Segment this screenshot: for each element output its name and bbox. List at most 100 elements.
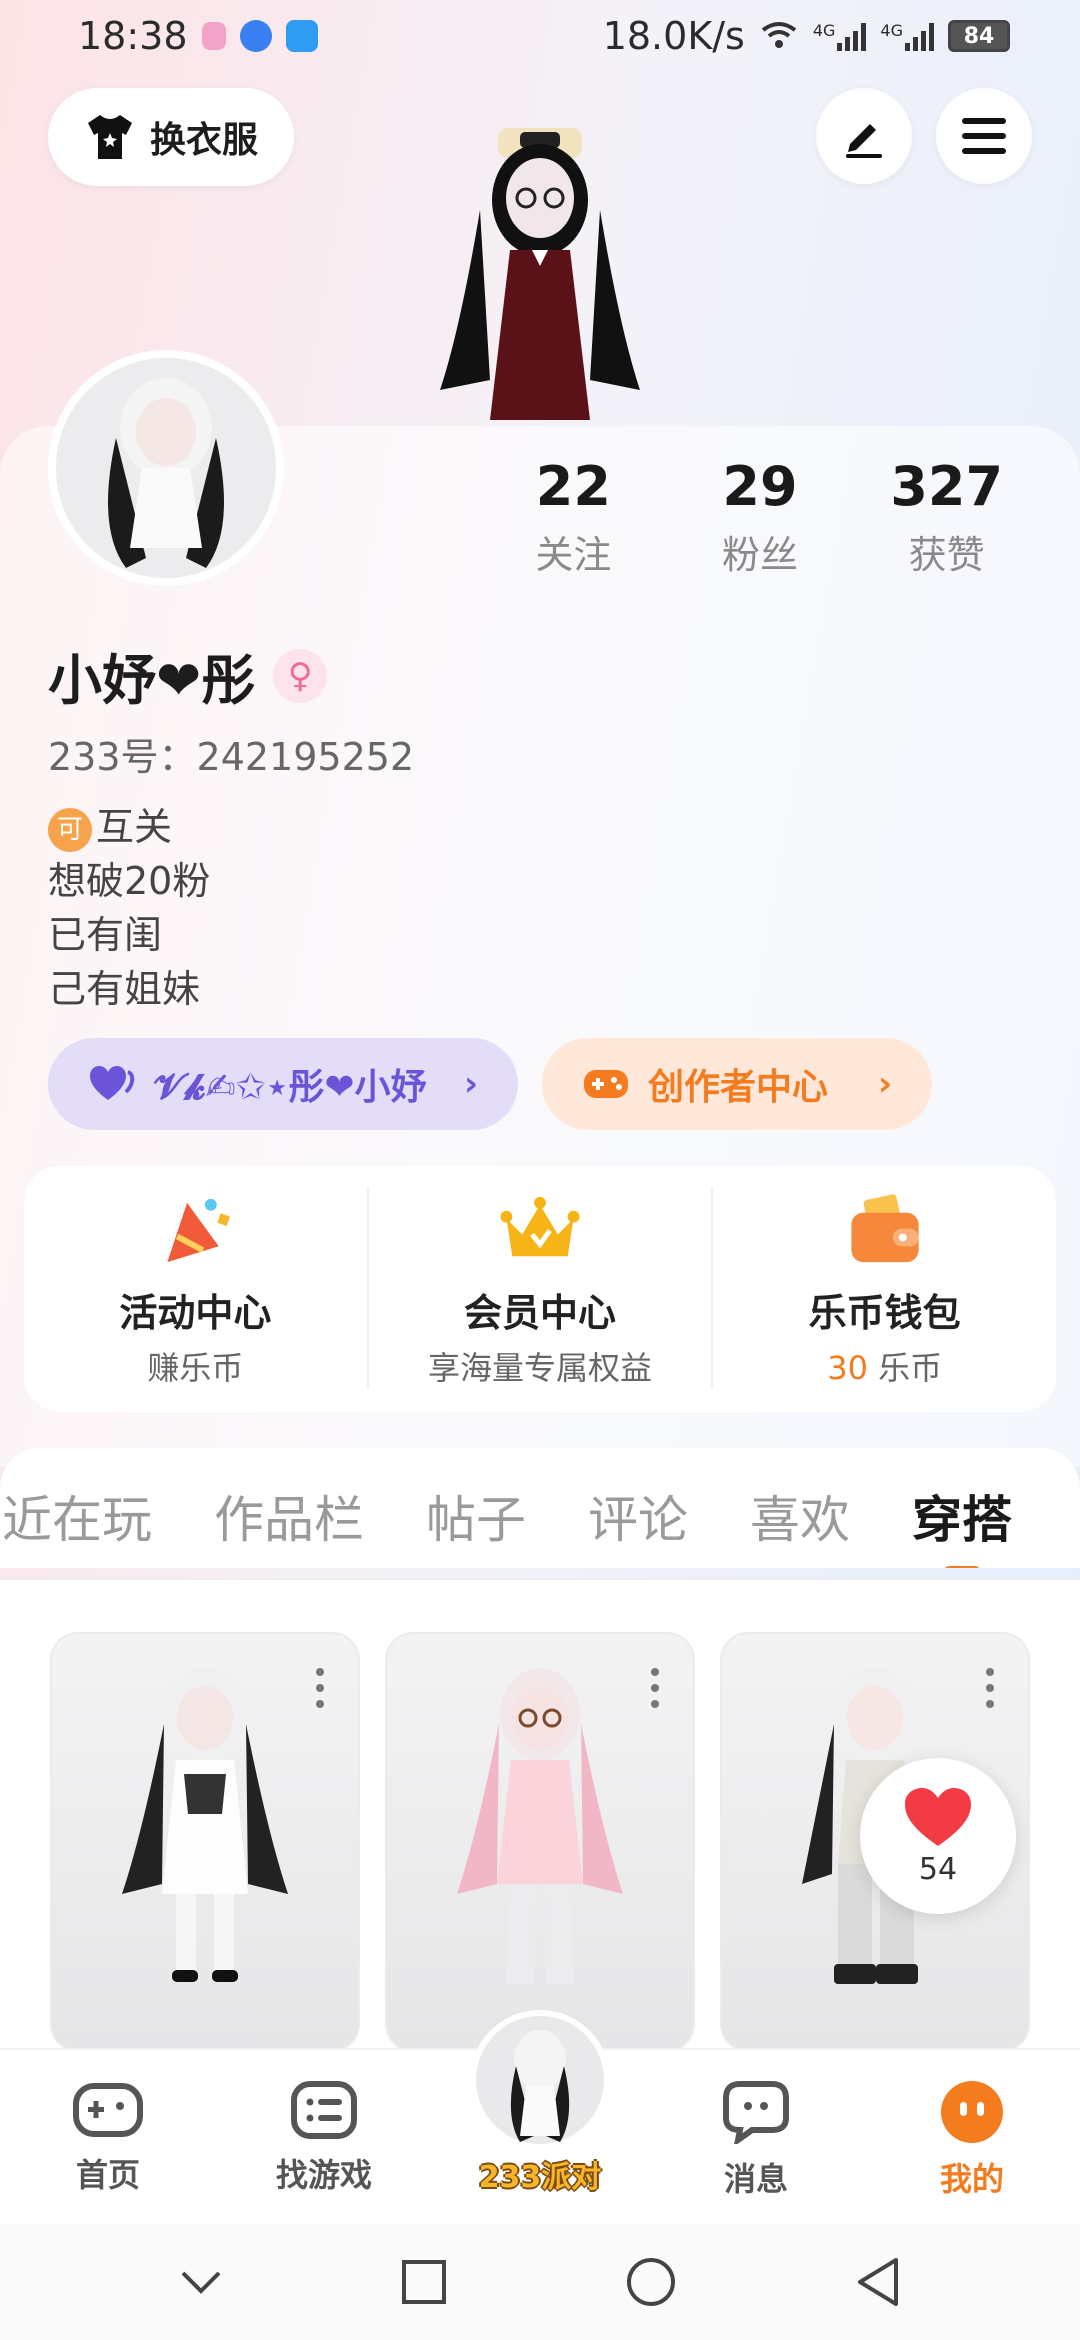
- gamepad-icon: [584, 1070, 628, 1098]
- party-avatar-image: [510, 2030, 570, 2142]
- nav-label: 消息: [723, 2160, 788, 2198]
- bottom-nav: 首页 找游戏 233派对 消息 我的: [0, 2010, 1080, 2224]
- tab-comments[interactable]: 评论: [588, 1480, 688, 1552]
- content-tabs: 最近在玩 作品栏 帖子 评论 喜欢 穿搭: [0, 1448, 1080, 1568]
- user-id[interactable]: 233号：242195252: [48, 726, 414, 781]
- stat-followers[interactable]: 29 粉丝: [667, 455, 854, 579]
- stat-label: 粉丝: [722, 533, 799, 577]
- bio-line: 互关: [96, 805, 173, 849]
- smile-face-icon: [941, 2081, 1003, 2143]
- bio: 可互关 想破20粉 已有闺 己有姐妹: [48, 800, 210, 1016]
- change-outfit-label: 换衣服: [149, 120, 258, 161]
- coin-balance: 30: [827, 1349, 868, 1387]
- party-center-label: 233派对: [478, 2160, 602, 2195]
- bio-line: 己有姐妹: [48, 967, 201, 1011]
- status-bar: 18:38 18.0K/s 4G 4G 84: [0, 0, 1080, 72]
- list-icon: [291, 2081, 357, 2139]
- heart-pair-icon: [90, 1066, 135, 1100]
- net-type-label: 4G: [812, 21, 836, 40]
- quick-entry-title: 活动中心: [119, 1291, 272, 1335]
- activity-center-entry[interactable]: 活动中心 赚乐币: [24, 1189, 369, 1389]
- chevron-down-icon[interactable]: [179, 2267, 223, 2297]
- status-time: 18:38: [78, 14, 188, 58]
- change-outfit-button[interactable]: 换衣服: [48, 88, 294, 186]
- bio-badge: 可: [48, 807, 92, 852]
- like-count: 54: [918, 1851, 958, 1887]
- stat-label: 关注: [535, 533, 612, 577]
- net-type-label: 4G: [880, 21, 903, 40]
- hero-avatar-image[interactable]: [420, 110, 660, 430]
- net-speed: 18.0K/s: [602, 14, 745, 58]
- uid-value: 242195252: [196, 735, 415, 779]
- profile-stats: 22 关注 29 粉丝 327 获赞: [480, 455, 1040, 579]
- chat-icon: [723, 2081, 789, 2144]
- system-nav-bar: [0, 2224, 1080, 2340]
- home-circle-icon[interactable]: [625, 2256, 677, 2308]
- female-icon: ♀: [273, 648, 328, 703]
- nickname-row: 小妤❤彤 ♀: [48, 636, 328, 715]
- edit-profile-button[interactable]: [816, 88, 912, 184]
- nav-label: 首页: [75, 2156, 140, 2194]
- wifi-icon: [761, 22, 797, 48]
- menu-button[interactable]: [936, 88, 1032, 184]
- more-options-icon[interactable]: [316, 1668, 324, 1708]
- tshirt-icon: [87, 115, 132, 159]
- tab-works[interactable]: 作品栏: [214, 1480, 364, 1552]
- stat-value: 327: [890, 455, 1004, 518]
- gamepad-icon: [73, 2083, 143, 2137]
- stat-following[interactable]: 22 关注: [480, 455, 667, 579]
- heart-icon: [905, 1787, 971, 1846]
- quick-entries-card: 活动中心 赚乐币 会员中心 享海量专属权益 乐币钱包 30 乐币: [24, 1166, 1056, 1412]
- cloud-app-icon: [285, 20, 318, 52]
- nav-label: 找游戏: [275, 2156, 372, 2194]
- pen-icon: [846, 124, 882, 158]
- more-options-icon[interactable]: [986, 1668, 994, 1708]
- avatar[interactable]: [48, 350, 284, 586]
- nav-home[interactable]: 首页: [28, 2080, 188, 2196]
- tab-posts[interactable]: 帖子: [426, 1480, 526, 1552]
- tab-recently-played[interactable]: 最近在玩: [0, 1480, 152, 1552]
- chevron-right-icon: ›: [463, 1064, 478, 1104]
- hamburger-icon: [962, 118, 1006, 154]
- crown-icon: [500, 1196, 580, 1257]
- chevron-right-icon: ›: [877, 1064, 892, 1104]
- stat-value: 22: [535, 455, 611, 518]
- bio-line: 已有闺: [48, 913, 163, 957]
- close-friend-pill[interactable]: 𝓥𝓴✍✩⋆彤❤小妤 ›: [48, 1038, 518, 1130]
- wallet-entry[interactable]: 乐币钱包 30 乐币: [713, 1189, 1056, 1389]
- creator-center-pill[interactable]: 创作者中心 ›: [542, 1038, 932, 1130]
- more-options-icon[interactable]: [651, 1668, 659, 1708]
- party-hat-icon: [167, 1198, 231, 1263]
- nav-find-games[interactable]: 找游戏: [244, 2080, 404, 2196]
- nav-messages[interactable]: 消息: [676, 2080, 836, 2200]
- outfit-image: [122, 1668, 288, 1982]
- battery-icon: 84: [948, 20, 1010, 52]
- quick-entry-subtitle: 赚乐币: [147, 1349, 244, 1387]
- nav-mine[interactable]: 我的: [892, 2080, 1052, 2200]
- quick-entry-title: 会员中心: [464, 1291, 617, 1335]
- outfit-image: [457, 1668, 623, 1984]
- party-center-button[interactable]: [470, 2010, 610, 2150]
- back-triangle-icon[interactable]: [854, 2256, 902, 2308]
- close-friend-label: 𝓥𝓴✍✩⋆彤❤小妤: [154, 1067, 427, 1108]
- browser-app-icon: [239, 20, 272, 52]
- like-button[interactable]: 54: [860, 1758, 1016, 1914]
- creator-center-label: 创作者中心: [648, 1067, 829, 1108]
- recents-square-icon[interactable]: [400, 2258, 448, 2306]
- stat-label: 获赞: [908, 533, 985, 577]
- wallet-icon: [851, 1194, 919, 1263]
- music-app-icon: [201, 22, 226, 50]
- outfit-card[interactable]: [50, 1632, 360, 2052]
- avatar-image: [56, 358, 276, 578]
- quick-entry-subtitle: 享海量专属权益: [428, 1349, 653, 1387]
- tab-outfits[interactable]: 穿搭: [912, 1480, 1012, 1568]
- stat-likes[interactable]: 327 获赞: [853, 455, 1040, 579]
- signal-icon-2: 4G: [880, 21, 934, 51]
- quick-entry-title: 乐币钱包: [808, 1291, 961, 1335]
- signal-icon-1: 4G: [813, 21, 867, 51]
- outfit-card[interactable]: [385, 1632, 695, 2052]
- tab-likes[interactable]: 喜欢: [750, 1480, 850, 1552]
- nickname: 小妤❤彤: [48, 649, 256, 712]
- bio-line: 想破20粉: [48, 859, 211, 903]
- vip-center-entry[interactable]: 会员中心 享海量专属权益: [369, 1189, 714, 1389]
